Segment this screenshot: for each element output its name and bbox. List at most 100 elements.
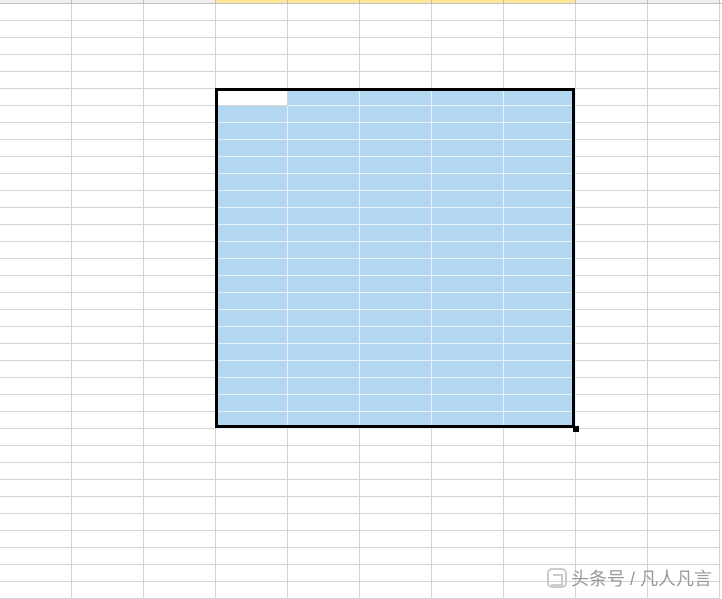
grid-cell[interactable] (216, 429, 288, 446)
grid-cell[interactable] (72, 208, 144, 225)
grid-cell[interactable] (72, 21, 144, 38)
column-header-i[interactable]: I (576, 0, 648, 3)
grid-cell[interactable] (648, 310, 720, 327)
grid-cell[interactable] (360, 446, 432, 463)
grid-cell[interactable] (432, 208, 504, 225)
grid-cell[interactable] (216, 310, 288, 327)
grid-cell[interactable] (288, 446, 360, 463)
grid-cell[interactable] (576, 463, 648, 480)
column-header-j[interactable]: J (648, 0, 720, 3)
grid-cell[interactable] (216, 378, 288, 395)
grid-cell[interactable] (216, 446, 288, 463)
grid-cell[interactable] (216, 412, 288, 429)
grid-cell[interactable] (576, 21, 648, 38)
grid-cell[interactable] (504, 344, 576, 361)
grid-cell[interactable] (144, 344, 216, 361)
grid-cell[interactable] (360, 276, 432, 293)
grid-cell[interactable] (0, 531, 72, 548)
grid-cell[interactable] (360, 378, 432, 395)
grid-cell[interactable] (0, 21, 72, 38)
grid-cell[interactable] (432, 21, 504, 38)
grid-cell[interactable] (0, 344, 72, 361)
grid-cell[interactable] (360, 514, 432, 531)
grid-cell[interactable] (144, 531, 216, 548)
grid-cell[interactable] (360, 4, 432, 21)
grid-cell[interactable] (216, 514, 288, 531)
grid-cell[interactable] (360, 123, 432, 140)
grid-cell[interactable] (504, 395, 576, 412)
grid-cell[interactable] (648, 89, 720, 106)
grid-cell[interactable] (144, 140, 216, 157)
grid-cell[interactable] (648, 497, 720, 514)
grid-cell[interactable] (360, 310, 432, 327)
grid-cell[interactable] (288, 21, 360, 38)
grid-cell[interactable] (648, 514, 720, 531)
grid-cell[interactable] (144, 446, 216, 463)
grid-cell[interactable] (576, 310, 648, 327)
grid-cell[interactable] (432, 89, 504, 106)
grid-cell[interactable] (504, 531, 576, 548)
grid-cell[interactable] (360, 225, 432, 242)
grid-cell[interactable] (288, 429, 360, 446)
grid-cell[interactable] (216, 293, 288, 310)
grid-cell[interactable] (648, 123, 720, 140)
grid-cell[interactable] (504, 361, 576, 378)
grid-cell[interactable] (216, 174, 288, 191)
grid-cell[interactable] (360, 412, 432, 429)
grid-cell[interactable] (360, 344, 432, 361)
grid-cell[interactable] (432, 55, 504, 72)
grid-cell[interactable] (0, 395, 72, 412)
grid-cell[interactable] (288, 361, 360, 378)
grid-cell[interactable] (288, 174, 360, 191)
grid-cell[interactable] (72, 514, 144, 531)
grid-cell[interactable] (576, 497, 648, 514)
grid-cell[interactable] (432, 259, 504, 276)
grid-cell[interactable] (648, 72, 720, 89)
grid-cell[interactable] (432, 344, 504, 361)
grid-cell[interactable] (432, 276, 504, 293)
grid-cell[interactable] (288, 463, 360, 480)
grid-cell[interactable] (504, 429, 576, 446)
grid-cell[interactable] (576, 412, 648, 429)
grid-cell[interactable] (432, 4, 504, 21)
grid-cell[interactable] (360, 327, 432, 344)
grid-cell[interactable] (0, 378, 72, 395)
grid-cell[interactable] (0, 225, 72, 242)
grid-cell[interactable] (144, 225, 216, 242)
grid-cell[interactable] (504, 497, 576, 514)
grid-cell[interactable] (360, 157, 432, 174)
column-header-h[interactable]: H (504, 0, 576, 3)
grid-cell[interactable] (576, 514, 648, 531)
grid-cell[interactable] (216, 38, 288, 55)
grid-cell[interactable] (0, 208, 72, 225)
grid-cell[interactable] (360, 191, 432, 208)
grid-cell[interactable] (144, 429, 216, 446)
grid-cell[interactable] (504, 191, 576, 208)
grid-cell[interactable] (288, 497, 360, 514)
grid-cell[interactable] (432, 514, 504, 531)
grid-cell[interactable] (432, 412, 504, 429)
grid-cell[interactable] (504, 548, 576, 565)
grid-cell[interactable] (216, 463, 288, 480)
grid-cell[interactable] (576, 72, 648, 89)
grid-cell[interactable] (360, 38, 432, 55)
grid-cell[interactable] (504, 38, 576, 55)
grid-cell[interactable] (648, 276, 720, 293)
grid-cell[interactable] (72, 72, 144, 89)
grid-cell[interactable] (144, 361, 216, 378)
grid-cell[interactable] (432, 174, 504, 191)
grid-cell[interactable] (72, 395, 144, 412)
grid-cell[interactable] (144, 480, 216, 497)
grid-cell[interactable] (216, 140, 288, 157)
column-header-f[interactable]: F (360, 0, 432, 3)
grid-cell[interactable] (144, 191, 216, 208)
grid-cell[interactable] (576, 531, 648, 548)
grid-cell[interactable] (504, 174, 576, 191)
grid-cell[interactable] (0, 361, 72, 378)
grid-cell[interactable] (288, 225, 360, 242)
grid-cell[interactable] (72, 480, 144, 497)
grid-cell[interactable] (648, 463, 720, 480)
grid-cell[interactable] (504, 446, 576, 463)
grid-cell[interactable] (144, 38, 216, 55)
grid-cell[interactable] (648, 140, 720, 157)
